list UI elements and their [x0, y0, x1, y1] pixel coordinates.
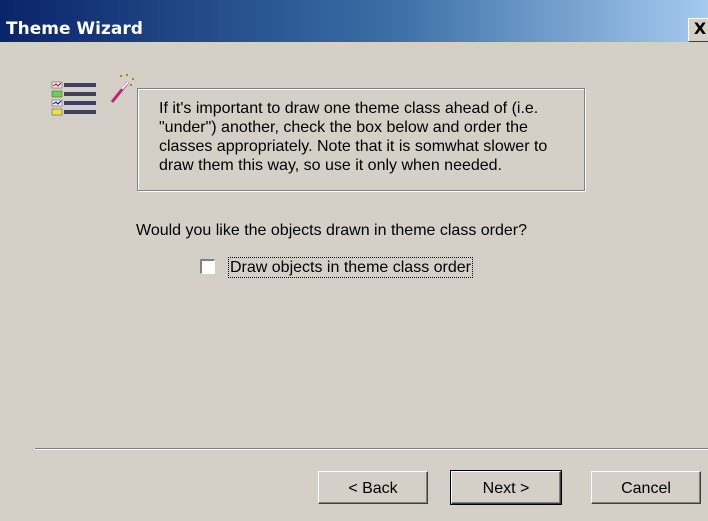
intro-line: If it's important to draw one theme clas…	[159, 100, 539, 117]
window-title: Theme Wizard	[6, 19, 143, 39]
draw-order-checkbox-label[interactable]: Draw objects in theme class order	[228, 257, 473, 278]
close-button[interactable]: X	[688, 18, 708, 42]
button-separator	[35, 448, 708, 450]
title-bar: Theme Wizard X	[0, 0, 708, 42]
intro-line: draw them this way, so use it only when …	[159, 157, 502, 174]
intro-text-box: If it's important to draw one theme clas…	[137, 88, 585, 191]
draw-order-checkbox[interactable]	[200, 259, 215, 274]
close-icon: X	[693, 19, 707, 38]
order-question: Would you like the objects drawn in them…	[136, 222, 528, 239]
next-button[interactable]: Next >	[450, 470, 562, 505]
intro-line: classes appropriately. Note that it is s…	[159, 138, 548, 155]
back-button[interactable]: < Back	[318, 471, 428, 504]
theme-wizard-icon	[50, 74, 140, 154]
intro-line: "under") another, check the box below an…	[159, 119, 528, 136]
cancel-button[interactable]: Cancel	[591, 471, 701, 504]
